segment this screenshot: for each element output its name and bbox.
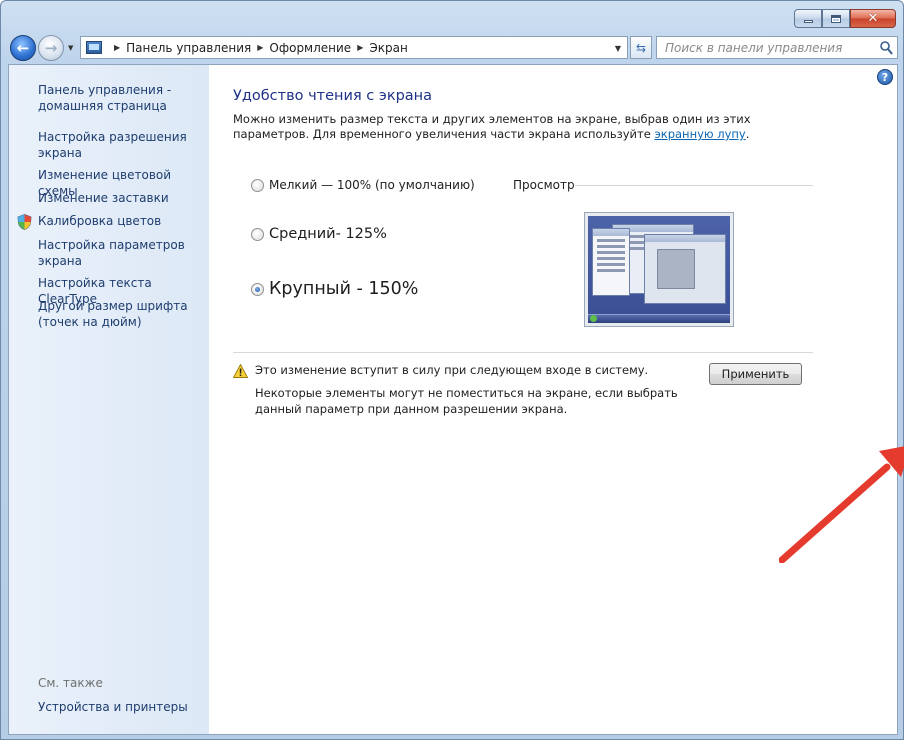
sidebar-link-devices-printers[interactable]: Устройства и принтеры xyxy=(38,699,208,715)
sidebar-link-calibrate-color[interactable]: Калибровка цветов xyxy=(38,213,208,229)
warning-icon xyxy=(233,364,248,378)
section-divider xyxy=(233,352,813,353)
breadcrumb-separator-icon[interactable]: ▶ xyxy=(114,43,120,52)
shield-icon xyxy=(17,214,32,230)
preview-window xyxy=(644,234,726,304)
apply-button[interactable]: Применить xyxy=(709,363,802,385)
control-panel-icon xyxy=(86,41,102,54)
preview-taskbar xyxy=(588,314,730,323)
breadcrumb-separator-icon[interactable]: ▶ xyxy=(257,43,263,52)
address-dropdown-icon[interactable]: ▼ xyxy=(615,44,621,53)
search-box[interactable] xyxy=(656,36,898,59)
size-option-small[interactable]: Мелкий — 100% (по умолчанию) xyxy=(251,178,475,192)
main-panel: ? Удобство чтения с экрана Можно изменит… xyxy=(209,65,904,734)
sidebar-link-display-settings[interactable]: Настройка параметров экрана xyxy=(38,237,188,269)
forward-arrow-icon: → xyxy=(44,38,58,57)
window: ✕ ← → ▼ ▶ Панель управления ▶ Оформление… xyxy=(0,0,904,740)
radio-large[interactable] xyxy=(251,282,264,296)
warning-note: Некоторые элементы могут не поместиться … xyxy=(255,386,678,416)
address-bar[interactable]: ▶ Панель управления ▶ Оформление ▶ Экран… xyxy=(80,36,628,59)
warning-text: Это изменение вступит в силу при следующ… xyxy=(255,363,649,377)
sidebar-link-screensaver[interactable]: Изменение заставки xyxy=(38,190,208,206)
option-label-medium: Средний- 125% xyxy=(269,226,387,242)
annotation-arrow xyxy=(779,446,904,563)
option-label-small: Мелкий — 100% (по умолчанию) xyxy=(269,178,475,192)
preview-label: Просмотр xyxy=(513,178,575,192)
radio-small[interactable] xyxy=(251,178,264,192)
page-title: Удобство чтения с экрана xyxy=(233,88,433,104)
size-option-medium[interactable]: Средний- 125% xyxy=(251,226,387,242)
minimize-button[interactable] xyxy=(794,9,822,28)
option-label-large: Крупный - 150% xyxy=(269,279,419,299)
breadcrumb-appearance[interactable]: Оформление xyxy=(269,41,351,55)
minimize-icon xyxy=(803,20,813,23)
preview-separator xyxy=(575,185,813,186)
sidebar-link-resolution[interactable]: Настройка разрешения экрана xyxy=(38,129,188,161)
magnifier-link[interactable]: экранную лупу xyxy=(654,127,745,141)
preview-image xyxy=(584,212,734,327)
sidebar: Панель управления - домашняя страница На… xyxy=(9,65,209,734)
help-icon[interactable]: ? xyxy=(877,69,893,85)
back-arrow-icon: ← xyxy=(16,38,30,57)
refresh-icon: ⇆ xyxy=(635,40,647,55)
forward-button[interactable]: → xyxy=(38,35,64,61)
close-icon: ✕ xyxy=(867,11,879,26)
refresh-button[interactable]: ⇆ xyxy=(630,36,652,59)
back-button[interactable]: ← xyxy=(10,35,36,61)
description-end: . xyxy=(745,127,750,141)
search-icon[interactable] xyxy=(879,40,893,55)
radio-medium[interactable] xyxy=(251,227,264,241)
breadcrumb-separator-icon[interactable]: ▶ xyxy=(357,43,363,52)
maximize-button[interactable] xyxy=(822,9,850,28)
content-area: Панель управления - домашняя страница На… xyxy=(8,64,904,735)
size-option-large[interactable]: Крупный - 150% xyxy=(251,279,418,299)
preview-window xyxy=(592,228,630,296)
see-also-heading: См. также xyxy=(38,676,103,690)
sidebar-link-home[interactable]: Панель управления - домашняя страница xyxy=(38,82,198,114)
maximize-icon xyxy=(831,14,841,23)
search-input[interactable] xyxy=(665,40,875,55)
start-orb-icon xyxy=(590,315,597,322)
close-button[interactable]: ✕ xyxy=(850,9,896,28)
caption-buttons: ✕ xyxy=(794,9,896,28)
sidebar-link-custom-dpi[interactable]: Другой размер шрифта (точек на дюйм) xyxy=(38,298,188,330)
breadcrumb-display[interactable]: Экран xyxy=(369,41,407,55)
recent-pages-dropdown-icon[interactable]: ▼ xyxy=(68,44,73,52)
breadcrumb-control-panel[interactable]: Панель управления xyxy=(126,41,251,55)
preview-screen xyxy=(588,216,730,323)
navigation-bar: ← → ▼ ▶ Панель управления ▶ Оформление ▶… xyxy=(8,34,898,62)
page-description: Можно изменить размер текста и других эл… xyxy=(233,112,813,142)
